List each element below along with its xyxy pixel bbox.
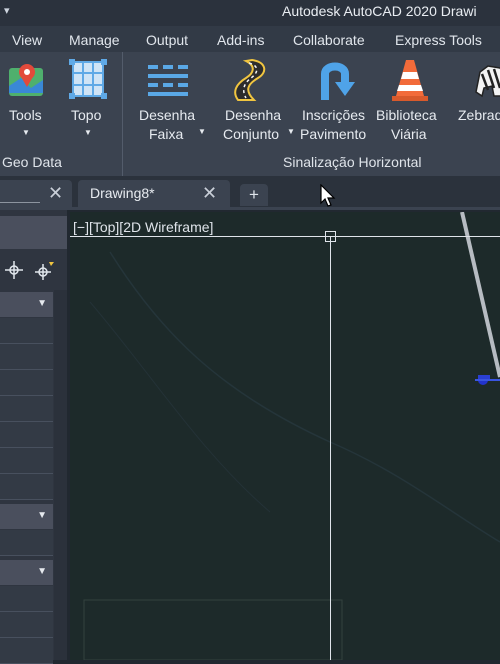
app-title: Autodesk AutoCAD 2020 Drawi [282, 3, 477, 19]
zebra-icon [475, 65, 500, 98]
palette-section-3d[interactable]: ▼ [0, 504, 53, 529]
road-icon [234, 58, 266, 101]
faixa-dropdown-icon[interactable]: ▼ [198, 122, 206, 141]
palette-row[interactable] [0, 448, 53, 474]
ribbon-tab-bar: View Manage Output Add-ins Collaborate E… [0, 26, 500, 52]
new-tab-button[interactable]: + [240, 184, 268, 206]
drawing-canvas[interactable] [70, 212, 500, 660]
viewport-controls-label[interactable]: [−][Top][2D Wireframe] [73, 219, 213, 235]
palette-row[interactable] [0, 586, 53, 612]
crosshair-select-icon[interactable] [4, 260, 24, 280]
panel-divider [122, 52, 123, 176]
inscricoes-label-line1: Inscrições [302, 107, 366, 123]
desenha-conjunto-button[interactable]: Desenha Conjunto ▼ [219, 52, 295, 147]
tools-dropdown-icon[interactable]: ▼ [22, 123, 30, 142]
palette-row[interactable] [0, 474, 53, 500]
section-collapse-icon[interactable]: ▼ [37, 510, 47, 521]
biblioteca-label-line1: Biblioteca [376, 107, 437, 123]
section-collapse-icon[interactable]: ▼ [37, 566, 47, 577]
section-collapse-icon[interactable]: ▼ [37, 298, 47, 309]
faint-polyline [89, 301, 271, 513]
palette-row[interactable] [0, 612, 53, 638]
mouse-cursor-icon [320, 184, 336, 207]
palette-section-geometry[interactable]: ▼ [0, 560, 53, 585]
title-bar: ▾ Autodesk AutoCAD 2020 Drawi [0, 0, 500, 26]
palette-row[interactable] [0, 638, 53, 664]
desenha-faixa-button[interactable]: Desenha Faixa ▼ [134, 52, 206, 147]
palette-row[interactable] [0, 318, 53, 344]
tab-manage[interactable]: Manage [69, 32, 120, 48]
zebrado-button[interactable]: Zebrad [452, 52, 500, 147]
faint-rectangle [83, 599, 343, 660]
topo-grid-icon [69, 59, 107, 99]
inscricoes-pavimento-button[interactable]: Inscrições Pavimento [300, 52, 372, 147]
sinalizacao-panel-title: Sinalização Horizontal [283, 154, 422, 170]
ribbon-panel: Tools ▼ Topo ▼ Geo Data Desenha Faixa ▼ … [0, 52, 500, 176]
doc-tab-name: Drawing8* [90, 185, 155, 201]
close-tab-icon[interactable]: ✕ [48, 183, 63, 204]
crosshair-vertical [330, 236, 331, 660]
map-pin-icon [9, 64, 43, 96]
topo-dropdown-icon[interactable]: ▼ [84, 123, 92, 142]
tab-output[interactable]: Output [146, 32, 188, 48]
tab-add-ins[interactable]: Add-ins [217, 32, 264, 48]
tools-button[interactable]: Tools ▼ [0, 52, 52, 147]
dashed-lanes-icon [148, 65, 188, 96]
biblioteca-label-line2: Viária [391, 126, 427, 142]
traffic-cone-icon [392, 60, 428, 101]
palette-row[interactable] [0, 370, 53, 396]
conjunto-label-line2: Conjunto [223, 126, 280, 142]
blue-marker-icon[interactable] [475, 375, 500, 385]
faint-polyline [109, 251, 500, 543]
drawing-geometry [83, 212, 500, 660]
palette-section-general[interactable]: ▼ [0, 292, 53, 317]
topo-button[interactable]: Topo ▼ [64, 52, 116, 147]
u-turn-arrow-icon [321, 62, 355, 100]
tab-name-underline [0, 202, 40, 203]
close-tab-icon[interactable]: ✕ [202, 183, 217, 204]
conjunto-label-line1: Desenha [225, 107, 282, 123]
palette-row[interactable] [0, 530, 53, 556]
menu-caret-icon[interactable]: ▾ [4, 4, 10, 17]
tab-view[interactable]: View [12, 32, 42, 48]
faixa-label-line2: Faixa [149, 126, 184, 142]
geo-data-panel-title: Geo Data [2, 154, 62, 170]
quick-select-icon[interactable] [34, 260, 56, 282]
biblioteca-viaria-button[interactable]: Biblioteca Viária [374, 52, 446, 147]
tab-collaborate[interactable]: Collaborate [293, 32, 365, 48]
palette-row[interactable] [0, 422, 53, 448]
tab-strip-baseline [0, 207, 500, 210]
document-tab-bar: ✕ Drawing8* ✕ + [0, 176, 500, 209]
faixa-label-line1: Desenha [139, 107, 196, 123]
inscricoes-label-line2: Pavimento [300, 126, 367, 142]
palette-header [0, 216, 67, 249]
crosshair-horizontal [70, 236, 500, 237]
conjunto-dropdown-icon[interactable]: ▼ [287, 122, 295, 141]
properties-palette: ▼ ▼ ▼ [0, 210, 67, 664]
tab-express-tools[interactable]: Express Tools [395, 32, 482, 48]
cursor-pickbox [325, 231, 336, 242]
palette-row[interactable] [0, 344, 53, 370]
doc-tab-drawing8[interactable]: Drawing8* ✕ [78, 180, 230, 207]
zebra-label: Zebrad [458, 107, 500, 123]
palette-scrollbar[interactable] [54, 290, 67, 660]
palette-row[interactable] [0, 396, 53, 422]
doc-tab-previous[interactable]: ✕ [0, 180, 72, 207]
